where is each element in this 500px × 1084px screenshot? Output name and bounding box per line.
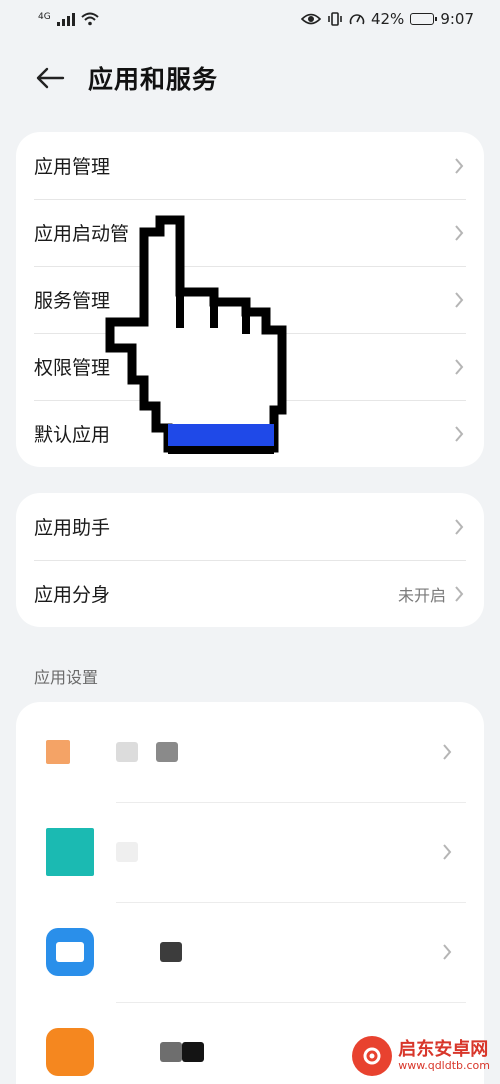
page-title: 应用和服务 xyxy=(88,65,219,94)
watermark-logo-icon xyxy=(352,1036,393,1076)
watermark-text: 启东安卓网 www.qdldtb.com xyxy=(398,1040,490,1072)
watermark: 启东安卓网 www.qdldtb.com xyxy=(352,1036,490,1076)
battery-percent: 42% xyxy=(370,10,405,28)
chevron-right-icon xyxy=(454,224,466,242)
wifi-icon xyxy=(81,12,99,26)
obscured-app-name xyxy=(116,942,138,962)
app-icon xyxy=(46,1028,94,1076)
app-list-item[interactable] xyxy=(16,702,484,802)
chevron-right-icon xyxy=(454,425,466,443)
obscured-app-name xyxy=(182,1042,204,1062)
status-bar: 4G 42% 9:07 xyxy=(0,0,500,38)
item-label: 应用助手 xyxy=(34,517,111,539)
item-label: 应用分身 xyxy=(34,584,111,606)
back-button[interactable] xyxy=(34,62,66,94)
app-icon xyxy=(46,740,70,764)
chevron-right-icon xyxy=(454,358,466,376)
chevron-right-icon xyxy=(454,518,466,536)
section-title-app-settings: 应用设置 xyxy=(34,668,99,687)
chevron-right-icon xyxy=(442,843,454,861)
watermark-name: 启东安卓网 xyxy=(398,1039,489,1061)
app-list-item[interactable] xyxy=(16,902,484,1002)
chevron-right-icon xyxy=(454,291,466,309)
obscured-app-name xyxy=(116,1042,138,1062)
pointer-hand-icon xyxy=(105,215,287,454)
app-twin-item[interactable]: 应用分身 未开启 xyxy=(16,560,484,627)
app-icon xyxy=(46,928,94,976)
clock: 9:07 xyxy=(440,10,474,28)
app-list-item[interactable] xyxy=(16,802,484,902)
obscured-app-name xyxy=(116,742,138,762)
settings-group-helpers: 应用助手 应用分身 未开启 xyxy=(16,493,484,627)
app-management-item[interactable]: 应用管理 xyxy=(16,132,484,199)
battery-icon xyxy=(410,13,438,25)
page-header: 应用和服务 xyxy=(0,52,500,104)
app-twin-status: 未开启 xyxy=(397,585,446,605)
app-assistant-item[interactable]: 应用助手 xyxy=(16,493,484,560)
watermark-url: www.qdldtb.com xyxy=(398,1058,490,1072)
app-icon xyxy=(46,828,94,876)
chevron-right-icon xyxy=(454,157,466,175)
speedometer-icon xyxy=(349,14,365,25)
chevron-right-icon xyxy=(442,743,454,761)
chevron-right-icon xyxy=(442,943,454,961)
vibrate-icon xyxy=(328,12,342,26)
obscured-app-name xyxy=(156,742,178,762)
back-arrow-icon xyxy=(36,67,65,89)
item-label: 应用管理 xyxy=(34,156,111,178)
status-right: 42% 9:07 xyxy=(300,10,474,28)
signal-icon xyxy=(56,12,75,26)
obscured-app-name xyxy=(160,942,182,962)
obscured-app-name xyxy=(160,1042,182,1062)
network-type: 4G xyxy=(38,12,51,22)
eye-icon xyxy=(300,13,321,25)
status-left: 4G xyxy=(38,12,99,26)
obscured-app-name xyxy=(116,842,138,862)
chevron-right-icon xyxy=(454,585,466,603)
app-settings-list xyxy=(16,702,484,1084)
